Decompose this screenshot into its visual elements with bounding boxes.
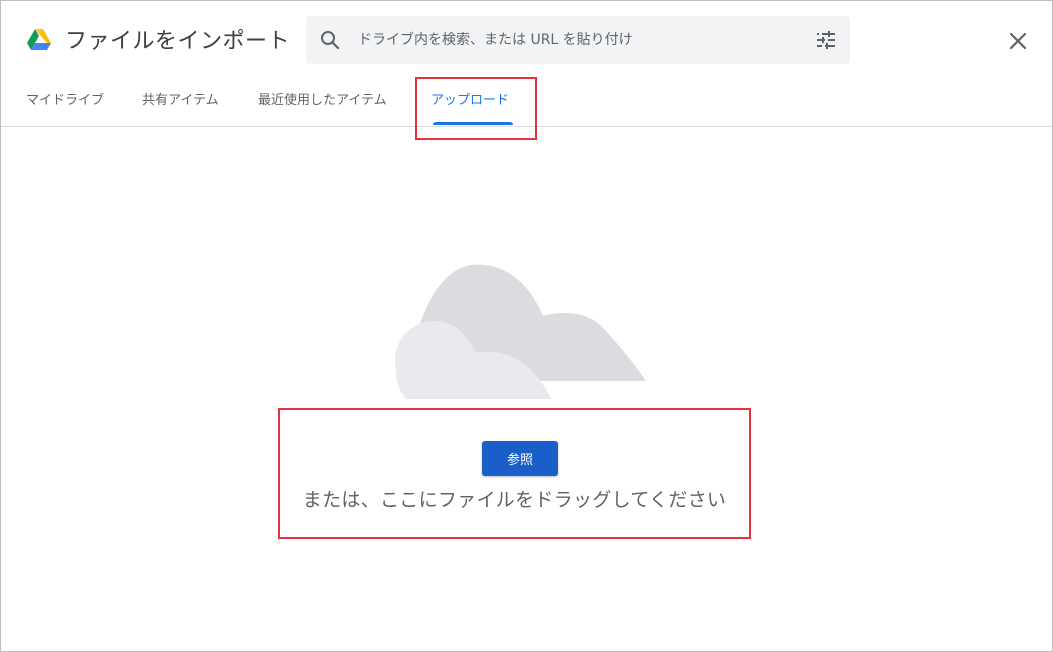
drag-drop-instruction: または、ここにファイルをドラッグしてください <box>302 489 727 511</box>
search-input[interactable] <box>358 16 798 64</box>
tab-my-drive[interactable]: マイドライブ <box>26 79 104 126</box>
search-icon[interactable] <box>318 28 342 52</box>
search-bar[interactable] <box>306 16 850 64</box>
google-drive-icon <box>27 29 51 50</box>
dialog-header: ファイルをインポート <box>1 1 1052 79</box>
close-icon[interactable] <box>1005 28 1031 54</box>
tab-shared[interactable]: 共有アイテム <box>142 79 219 126</box>
dialog-title: ファイルをインポート <box>65 29 291 54</box>
tab-recent[interactable]: 最近使用したアイテム <box>258 79 387 126</box>
highlight-box-upload-tab <box>415 77 537 140</box>
tune-icon[interactable] <box>814 28 838 52</box>
browse-button[interactable]: 参照 <box>482 441 558 476</box>
cloud-illustration <box>395 264 646 399</box>
import-dialog: ファイルをインポート ドライブ内を検索、または URL を貼り付け マイドライブ… <box>0 0 1053 652</box>
